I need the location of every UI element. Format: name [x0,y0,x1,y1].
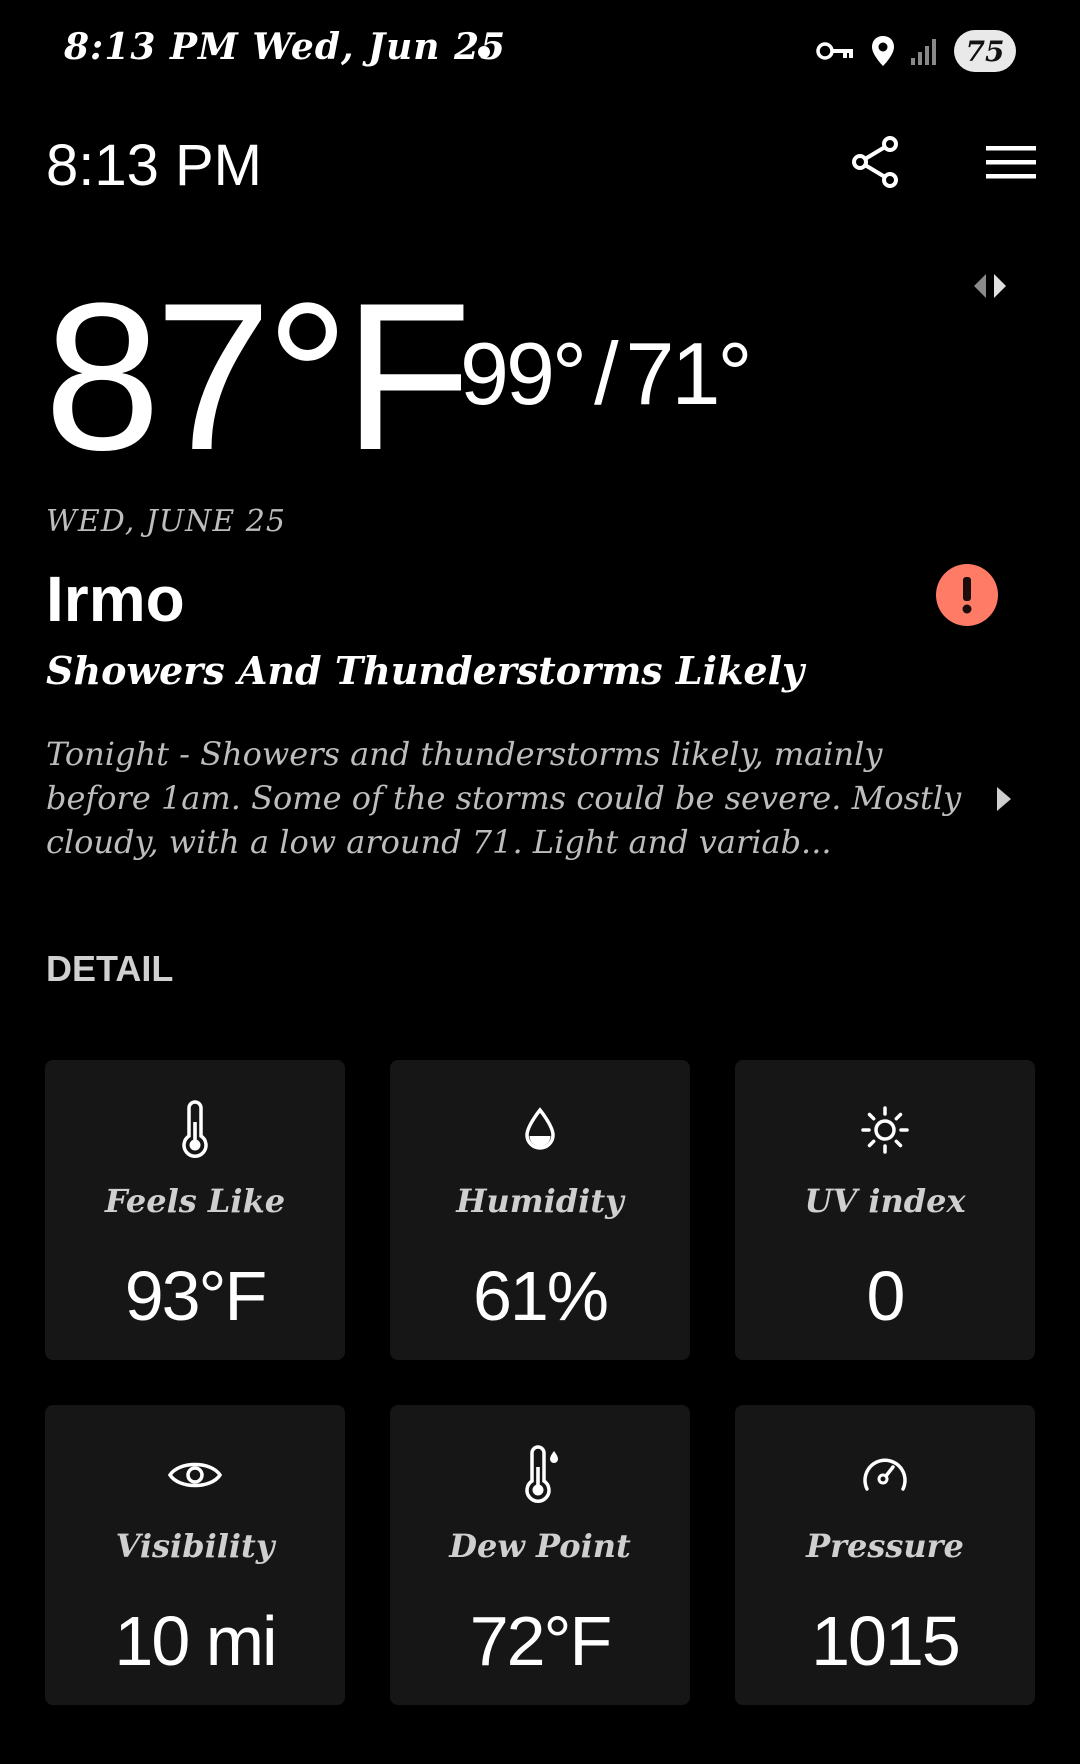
tile-pressure[interactable]: Pressure 1015 [735,1405,1035,1705]
detail-tiles: Feels Like 93°F Humidity 61% UV index 0 … [45,1060,1035,1705]
tile-feels-like[interactable]: Feels Like 93°F [45,1060,345,1360]
share-icon [852,136,898,188]
tile-label: Visibility [115,1527,275,1565]
status-time-date: 8:13 PM Wed, Jun 25 [64,26,507,68]
tile-value: 93°F [124,1257,268,1335]
location-icon [872,36,894,66]
low-temperature: 71° [625,324,753,423]
weather-screen: 8:13 PM Wed, Jun 25 75 8:13 PM 87°F 99° … [0,0,1080,1764]
high-temperature: 99° [460,324,587,423]
condition-headline: Showers And Thunderstorms Likely [46,648,805,693]
left-right-arrows-icon [974,274,1006,298]
tile-label: Feels Like [104,1182,286,1220]
tile-label: Pressure [806,1527,964,1565]
switch-view-button[interactable] [968,268,1014,304]
temp-separator: / [594,324,619,423]
vpn-key-icon [816,42,853,60]
hamburger-menu-icon [986,146,1036,179]
forecast-expand-button[interactable] [994,784,1014,814]
dew-point-thermometer-icon [525,1445,558,1503]
high-low-temperature: 99°/71° [460,330,753,418]
sun-icon [861,1106,909,1154]
tile-value: 0 [866,1257,906,1335]
tile-value: 10 mi [114,1602,277,1680]
tile-value: 61% [472,1257,609,1335]
signal-icon [911,39,936,65]
tile-humidity[interactable]: Humidity 61% [390,1060,690,1360]
tile-label: Humidity [456,1182,624,1220]
thermometer-icon [182,1100,208,1158]
tile-value: 72°F [469,1602,613,1680]
forecast-date: WED, JUNE 25 [46,504,286,539]
current-temperature: 87°F [44,259,472,494]
tile-uv-index[interactable]: UV index 0 [735,1060,1035,1360]
eye-icon [167,1462,223,1488]
detail-section-title: DETAIL [46,948,174,989]
tile-label: Dew Point [449,1527,631,1565]
city-name: Irmo [46,563,185,635]
status-bar: 8:13 PM Wed, Jun 25 75 [0,0,1080,100]
gauge-icon [863,1458,907,1491]
menu-button[interactable] [982,138,1040,186]
battery-icon: 75 [954,30,1016,72]
droplet-icon [525,1107,555,1150]
forecast-summary[interactable]: Tonight - Showers and thunderstorms like… [46,732,976,864]
share-button[interactable] [848,134,904,190]
tile-value: 1015 [811,1602,961,1680]
weather-alert-button[interactable] [936,564,998,626]
status-icons: 75 [816,30,1016,72]
tile-dew-point[interactable]: Dew Point 72°F [390,1405,690,1705]
clock-time: 8:13 PM [46,133,262,198]
notification-dot [478,46,490,58]
tile-label: UV index [804,1182,966,1220]
tile-visibility[interactable]: Visibility 10 mi [45,1405,345,1705]
chevron-right-icon [997,787,1011,811]
exclamation-icon [962,577,972,614]
